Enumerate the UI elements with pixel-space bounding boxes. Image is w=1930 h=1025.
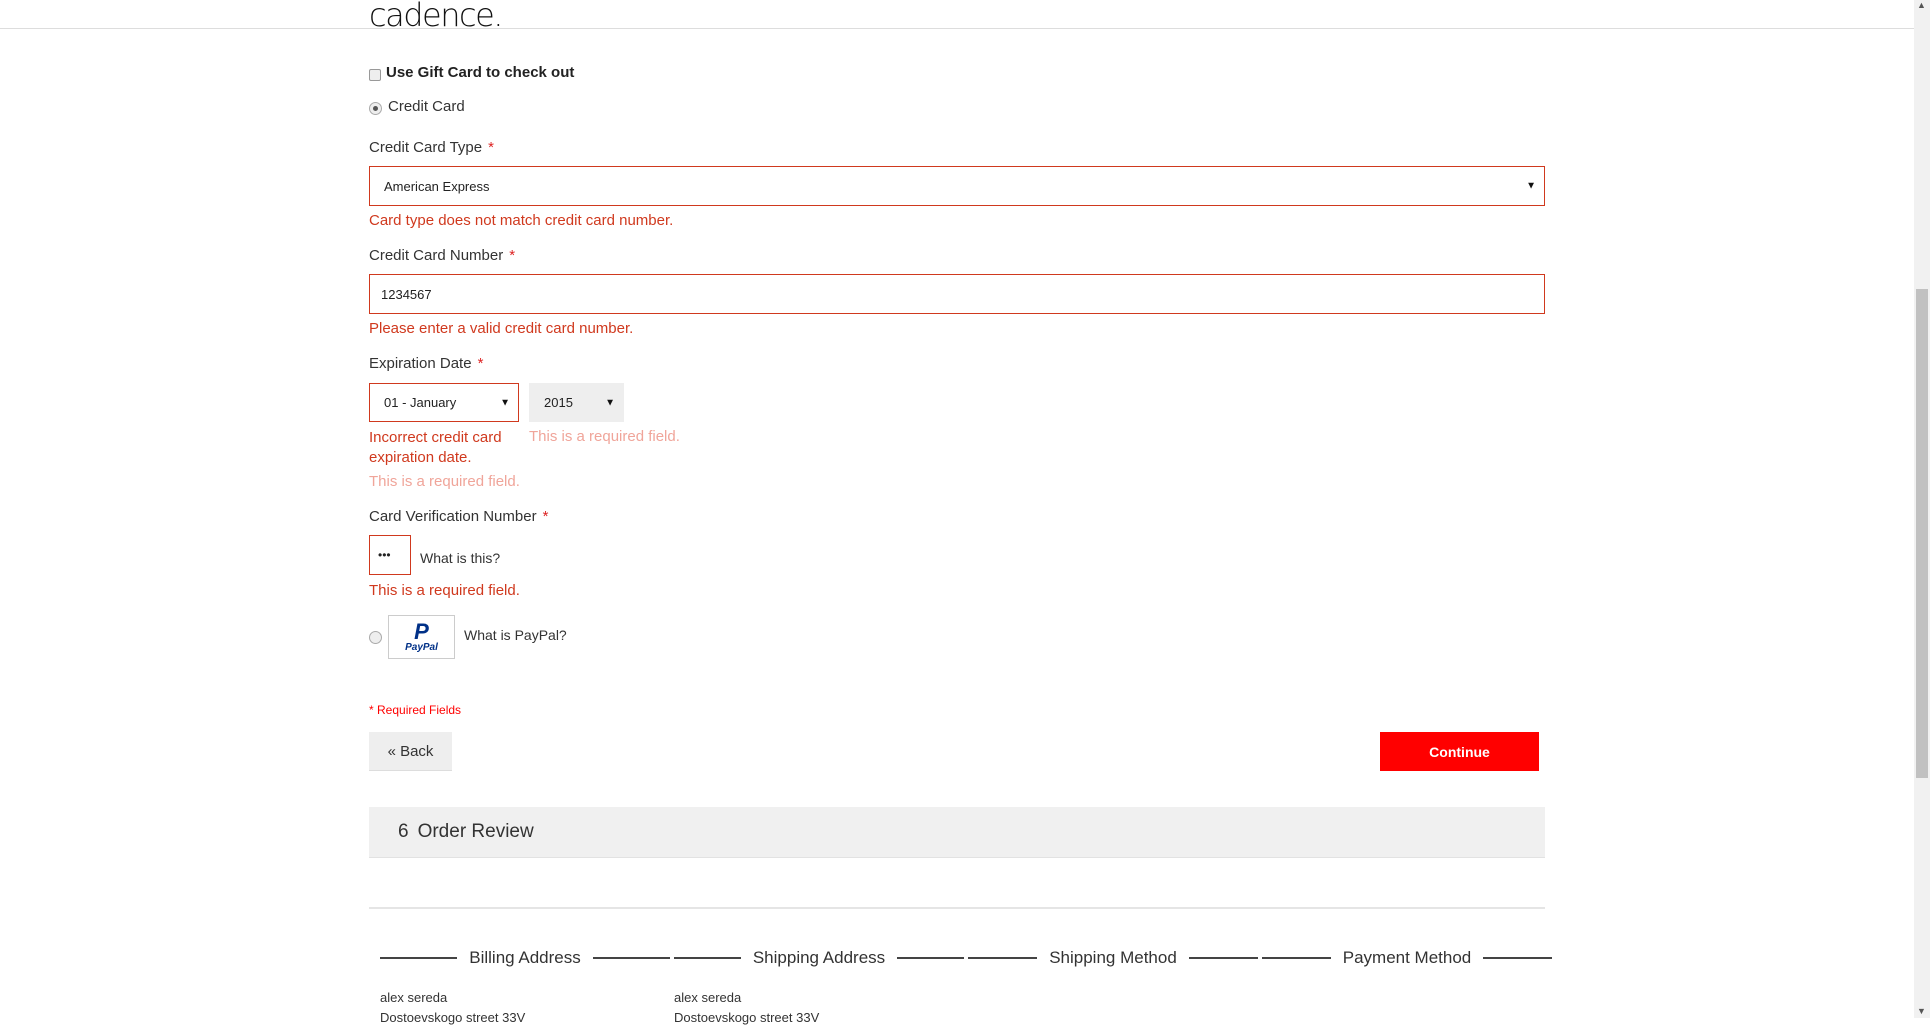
card-number-label: Credit Card Number * bbox=[369, 247, 516, 264]
paypal-help-link[interactable]: What is PayPal? bbox=[464, 627, 567, 643]
order-review-step[interactable]: 6 Order Review bbox=[369, 807, 1545, 858]
expiration-year-select[interactable]: 2015 ▼ bbox=[529, 383, 624, 422]
shipping-address-heading: Shipping Address bbox=[674, 948, 965, 968]
payment-method-heading: Payment Method bbox=[1262, 948, 1553, 968]
cvv-label: Card Verification Number * bbox=[369, 508, 549, 525]
paypal-radio[interactable] bbox=[369, 631, 382, 644]
shipping-method-heading: Shipping Method bbox=[968, 948, 1258, 968]
credit-card-label: Credit Card bbox=[388, 98, 465, 115]
expiration-required-error: This is a required field. bbox=[369, 473, 520, 490]
paypal-wordmark: PayPal bbox=[405, 641, 438, 653]
scroll-down-icon[interactable]: ▼ bbox=[1917, 1006, 1926, 1016]
scroll-up-icon[interactable]: ▲ bbox=[1917, 0, 1926, 10]
card-type-select[interactable]: American Express ▼ bbox=[369, 166, 1545, 206]
dropdown-arrow-icon: ▼ bbox=[500, 397, 510, 408]
card-type-label: Credit Card Type * bbox=[369, 139, 494, 156]
divider bbox=[369, 907, 1545, 909]
card-number-error: Please enter a valid credit card number. bbox=[369, 320, 634, 337]
paypal-p-icon: P bbox=[414, 618, 429, 644]
credit-card-radio[interactable] bbox=[369, 102, 382, 115]
cadence-logo[interactable]: cadence. bbox=[369, 0, 503, 34]
required-fields-note: * Required Fields bbox=[369, 703, 462, 717]
card-type-error: Card type does not match credit card num… bbox=[369, 212, 674, 229]
expiration-month-error: Incorrect credit card expiration date. bbox=[369, 429, 502, 466]
expiration-year-error: This is a required field. bbox=[529, 428, 680, 445]
cvv-help-link[interactable]: What is this? bbox=[420, 550, 500, 566]
dropdown-arrow-icon: ▼ bbox=[1526, 180, 1536, 192]
expiration-month-select[interactable]: 01 - January ▼ bbox=[369, 383, 519, 422]
dropdown-arrow-icon: ▼ bbox=[605, 397, 615, 408]
billing-address-heading: Billing Address bbox=[380, 948, 671, 968]
cvv-error: This is a required field. bbox=[369, 582, 520, 599]
cvv-input[interactable]: ••• bbox=[369, 535, 411, 575]
billing-name: alex sereda bbox=[380, 990, 448, 1005]
site-header bbox=[0, 0, 1914, 29]
back-button[interactable]: « Back bbox=[369, 732, 452, 771]
scrollbar-thumb[interactable] bbox=[1916, 289, 1928, 778]
card-number-input[interactable]: 1234567 bbox=[369, 274, 1545, 314]
paypal-logo[interactable]: P PayPal bbox=[388, 615, 455, 659]
expiration-label: Expiration Date * bbox=[369, 355, 484, 372]
gift-card-label: Use Gift Card to check out bbox=[386, 64, 575, 81]
gift-card-checkbox[interactable] bbox=[369, 69, 381, 81]
shipping-name: alex sereda bbox=[674, 990, 742, 1005]
continue-button[interactable]: Continue bbox=[1380, 732, 1539, 771]
